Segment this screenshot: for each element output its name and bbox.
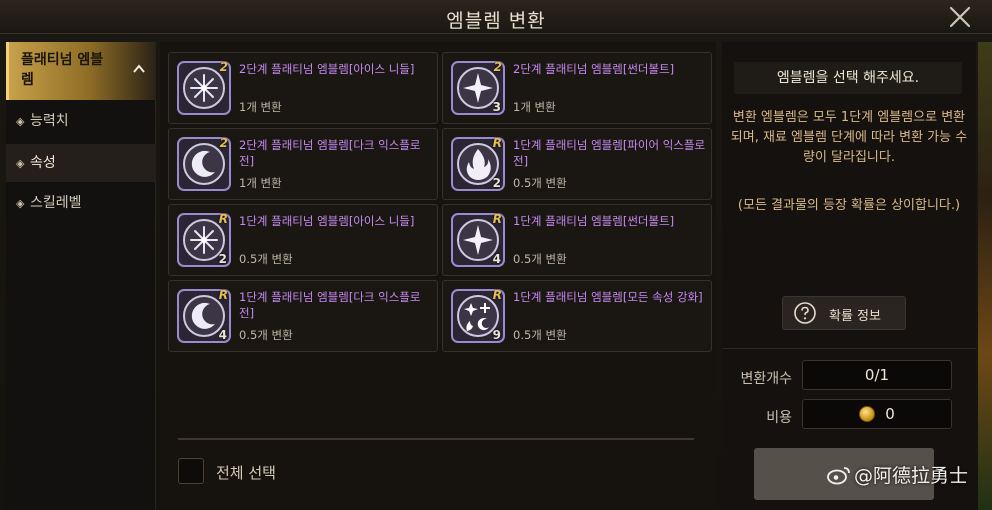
probability-info-label: 확률 정보: [829, 309, 881, 324]
convert-count-value: 0/1: [802, 360, 952, 390]
sidebar-item-label: 능력치: [30, 113, 69, 129]
conversion-description: 변환 엠블렘은 모두 1단계 엠블렘으로 변환되며, 재료 엠블렘 단계에 따라…: [730, 110, 968, 165]
emblem-name: 1단계 플래티넘 엠블렘[파이어 익스플로전]: [513, 138, 706, 168]
weibo-logo-icon: [827, 467, 850, 485]
emblem-convert-value: 1개 변환: [513, 100, 556, 114]
emblem-slot: R4: [177, 288, 231, 343]
emblem-tier-badge: R: [492, 288, 502, 302]
emblem-name: 2단계 플래티넘 엠블렘[다크 익스플로전]: [239, 138, 421, 168]
close-button[interactable]: [946, 3, 974, 31]
emblem-card[interactable]: R 9 1단계 플래티넘 엠블렘[모든 속성 강화] 0.5개 변환: [442, 280, 712, 352]
emblem-convert-value: 0.5개 변환: [513, 176, 567, 190]
info-panel: 엠블렘을 선택 해주세요. 변환 엠블렘은 모두 1단계 엠블렘으로 변환되며,…: [722, 42, 976, 510]
emblem-count: 2: [492, 176, 501, 190]
emblem-tier-badge: 2: [493, 60, 502, 74]
emblem-name: 1단계 플래티넘 엠블렘[모든 속성 강화]: [513, 290, 703, 304]
emblem-tier-badge: R: [218, 212, 228, 226]
select-prompt: 엠블렘을 선택 해주세요.: [734, 62, 962, 94]
emblem-slot: R4: [451, 212, 505, 267]
diamond-icon: ◈: [16, 197, 25, 210]
emblem-convert-value: 1개 변환: [239, 176, 282, 190]
emblem-tier-badge: R: [492, 136, 502, 150]
emblem-name: 1단계 플래티넘 엠블렘[아이스 니들]: [239, 214, 415, 228]
emblem-card[interactable]: R 4 1단계 플래티넘 엠블렘[썬더볼트] 0.5개 변환: [442, 204, 712, 276]
emblem-slot: 2: [177, 136, 231, 191]
emblem-convert-value: 0.5개 변환: [513, 328, 567, 342]
emblem-tier-badge: 2: [219, 136, 228, 150]
emblem-count: 4: [218, 328, 227, 342]
emblem-slot: 2: [177, 60, 231, 115]
emblem-convert-value: 0.5개 변환: [239, 252, 293, 266]
emblem-slot: R2: [177, 212, 231, 267]
watermark-text: @阿德拉勇士: [853, 465, 968, 487]
chevron-up-icon: [133, 64, 145, 73]
divider: [722, 348, 976, 349]
emblem-name: 1단계 플래티넘 엠블렘[다크 익스플로전]: [239, 290, 421, 320]
probability-note: (모든 결과물의 등장 확률은 상이합니다.): [737, 198, 961, 213]
emblem-tier-badge: R: [492, 212, 502, 226]
title-bar: 엠블렘 변환: [0, 0, 992, 34]
sidebar-item-skill-level[interactable]: ◈ 스킬레벨: [6, 184, 156, 222]
question-circle-icon: [794, 302, 816, 324]
emblem-tier-badge: R: [218, 288, 228, 302]
emblem-card[interactable]: 2 3 2단계 플래티넘 엠블렘[썬더볼트] 1개 변환: [442, 52, 712, 124]
watermark: @阿德拉勇士: [826, 461, 968, 488]
emblem-grid: 2 2단계 플래티넘 엠블렘[아이스 니들] 1개 변환 2 3 2단계 플래티넘 엠블렘…: [160, 42, 716, 510]
emblem-slot: R9: [451, 288, 505, 343]
gold-coin-icon: [859, 406, 876, 422]
emblem-slot: R2: [451, 136, 505, 191]
select-all-checkbox[interactable]: [178, 458, 204, 484]
divider: [178, 438, 694, 440]
cost-label: 비용: [766, 410, 792, 426]
emblem-card[interactable]: 2 2단계 플래티넘 엠블렘[다크 익스플로전] 1개 변환: [168, 128, 438, 200]
emblem-tier-badge: 2: [219, 60, 228, 74]
cost-value: 0: [885, 405, 895, 423]
background-strip: [978, 42, 992, 510]
emblem-name: 1단계 플래티넘 엠블렘[썬더볼트]: [513, 214, 675, 228]
emblem-convert-value: 1개 변환: [239, 100, 282, 114]
emblem-convert-window: 엠블렘 변환 플래티넘 엠블렘 ◈ 능력치 ◈ 속성 ◈ 스킬레벨 2 2단계 플래티넘…: [0, 0, 992, 510]
sidebar-item-label: 속성: [30, 155, 56, 171]
cost-value-box: 0: [802, 399, 952, 429]
close-icon: [949, 6, 971, 28]
emblem-count: 9: [492, 328, 501, 342]
convert-count-label: 변환개수: [740, 371, 792, 387]
emblem-count: 4: [492, 252, 501, 266]
sidebar-header-platinum-emblem[interactable]: 플래티넘 엠블렘: [6, 42, 156, 100]
emblem-name: 2단계 플래티넘 엠블렘[아이스 니들]: [239, 62, 415, 76]
sidebar-item-label: 스킬레벨: [30, 195, 82, 211]
probability-info-button[interactable]: 확률 정보: [782, 296, 906, 330]
window-title: 엠블렘 변환: [446, 10, 546, 32]
diamond-icon: ◈: [16, 115, 25, 128]
emblem-name: 2단계 플래티넘 엠블렘[썬더볼트]: [513, 62, 675, 76]
emblem-convert-value: 0.5개 변환: [239, 328, 293, 342]
select-all-label: 전체 선택: [216, 464, 276, 482]
category-sidebar: 플래티넘 엠블렘 ◈ 능력치 ◈ 속성 ◈ 스킬레벨: [6, 42, 156, 510]
sidebar-header-label: 플래티넘 엠블렘: [21, 52, 104, 88]
sidebar-item-element[interactable]: ◈ 속성: [6, 144, 156, 182]
diamond-icon: ◈: [16, 157, 25, 170]
emblem-card[interactable]: R 2 1단계 플래티넘 엠블렘[파이어 익스플로전] 0.5개 변환: [442, 128, 712, 200]
emblem-count: 2: [218, 252, 227, 266]
emblem-convert-value: 0.5개 변환: [513, 252, 567, 266]
sidebar-item-stats[interactable]: ◈ 능력치: [6, 102, 156, 140]
emblem-card[interactable]: 2 2단계 플래티넘 엠블렘[아이스 니들] 1개 변환: [168, 52, 438, 124]
emblem-count: 3: [492, 100, 501, 114]
emblem-card[interactable]: R 2 1단계 플래티넘 엠블렘[아이스 니들] 0.5개 변환: [168, 204, 438, 276]
emblem-slot: 23: [451, 60, 505, 115]
emblem-card[interactable]: R 4 1단계 플래티넘 엠블렘[다크 익스플로전] 0.5개 변환: [168, 280, 438, 352]
